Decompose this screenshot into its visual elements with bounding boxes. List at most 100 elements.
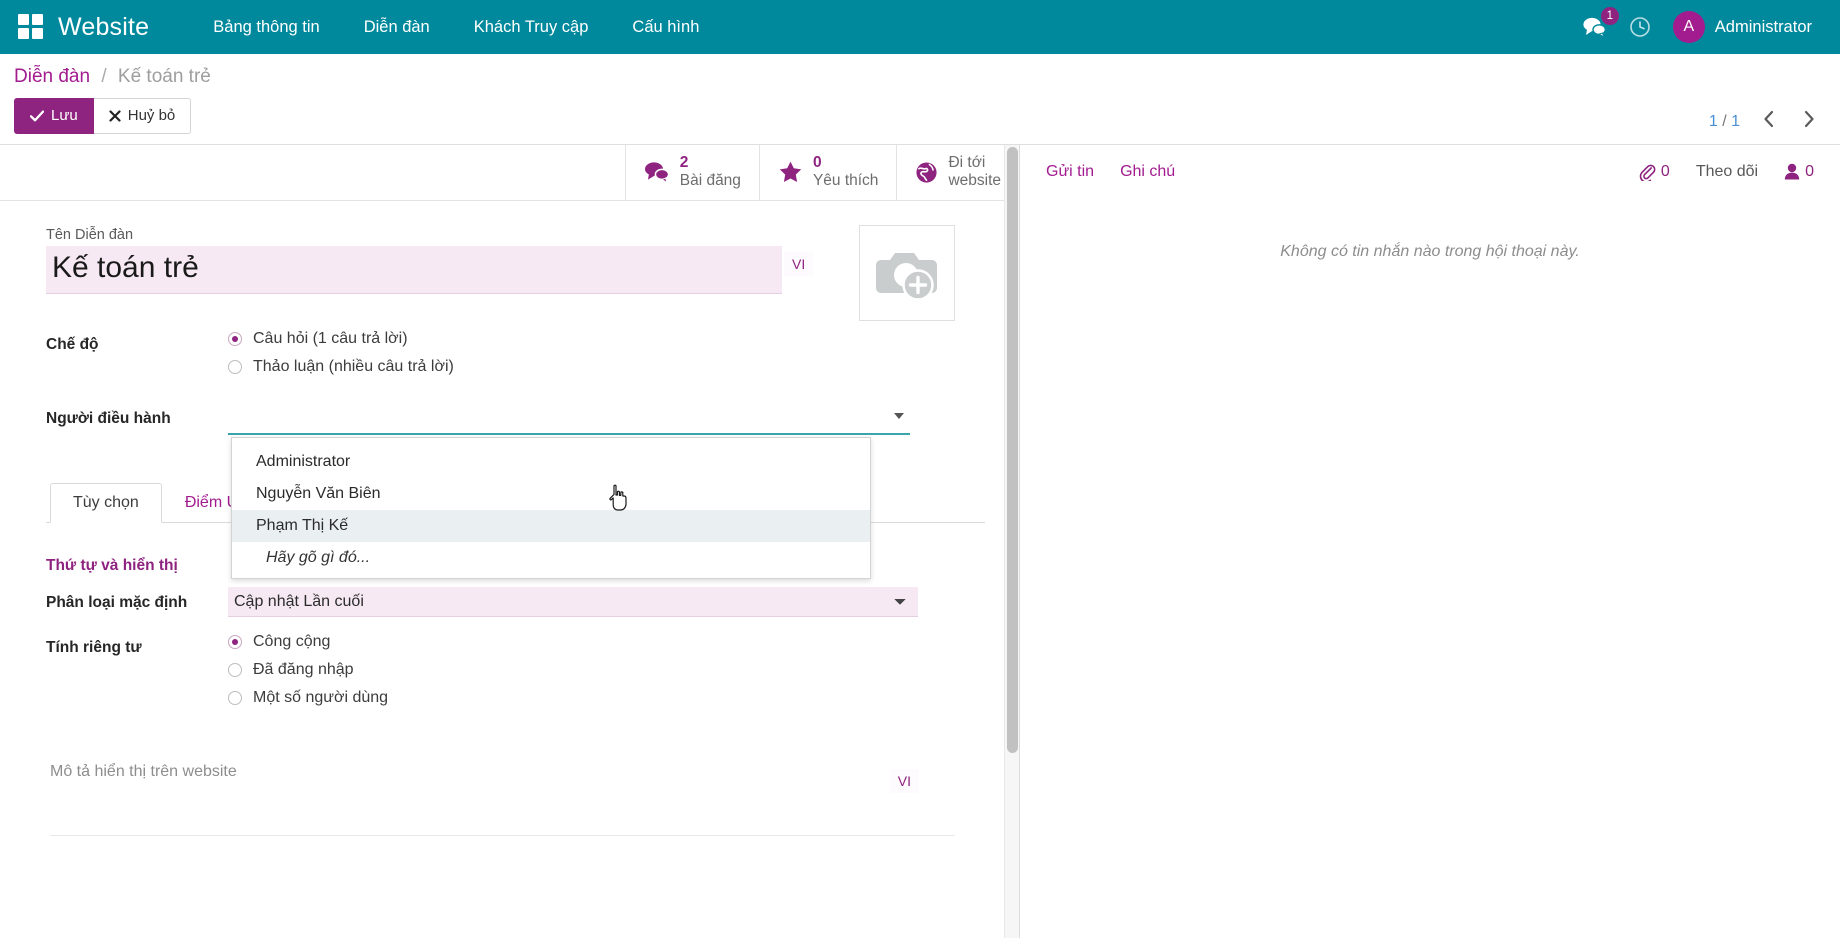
radio-selected-icon (228, 635, 242, 649)
nav-item-dashboard[interactable]: Bảng thông tin (191, 10, 341, 45)
record-action-buttons: Lưu Huỷ bỏ (14, 98, 1824, 134)
activities-menu[interactable] (1629, 16, 1651, 38)
breadcrumb-current: Kế toán trẻ (118, 66, 211, 87)
radio-selected-icon (228, 332, 242, 346)
form-sheet: 2 Bài đăng 0 Yêu thích (0, 145, 1020, 938)
forum-name-row: VI (46, 246, 985, 294)
forum-name-input[interactable] (46, 246, 782, 294)
log-note-button[interactable]: Ghi chú (1120, 163, 1175, 181)
dropdown-option-administrator[interactable]: Administrator (232, 446, 870, 478)
breadcrumb: Diễn đàn / Kế toán trẻ (14, 66, 1824, 88)
followers-count: 0 (1805, 163, 1814, 181)
mode-option-discussion-label: Thảo luận (nhiều câu trả lời) (253, 358, 454, 376)
mode-option-discussion[interactable]: Thảo luận (nhiều câu trả lời) (228, 358, 985, 376)
mode-option-question-label: Câu hỏi (1 câu trả lời) (253, 330, 408, 348)
stat-posts-value: 2 (680, 154, 741, 172)
chatter-panel: Gửi tin Ghi chú 0 Theo dõi 0 (1020, 145, 1840, 938)
moderator-label: Người điều hành (46, 404, 228, 428)
pager-current: 1 (1709, 113, 1718, 130)
navbar-menu: Bảng thông tin Diễn đàn Khách Truy cập C… (191, 10, 721, 45)
pager-previous-button[interactable] (1758, 110, 1780, 134)
privacy-row: Tính riêng tư Công cộng Đã đăng nhập (46, 633, 985, 717)
pager: 1 / 1 (1709, 110, 1820, 134)
save-button-label: Lưu (51, 106, 78, 126)
attachments-button[interactable]: 0 (1638, 163, 1670, 181)
nav-item-configuration[interactable]: Cấu hình (610, 10, 721, 45)
cancel-button-label: Huỷ bỏ (128, 106, 176, 126)
top-navbar: Website Bảng thông tin Diễn đàn Khách Tr… (0, 0, 1840, 54)
radio-unselected-icon (228, 691, 242, 705)
moderator-field-row: Người điều hành Administrator Nguyễn Văn… (46, 404, 985, 435)
messages-badge: 1 (1601, 7, 1619, 25)
caret-down-icon[interactable] (894, 413, 904, 419)
globe-icon (915, 161, 938, 184)
camera-add-icon (870, 243, 944, 303)
privacy-option-some-users[interactable]: Một số người dùng (228, 689, 985, 707)
x-icon (109, 110, 121, 122)
paperclip-icon (1638, 163, 1656, 181)
navbar-systray: 1 A Administrator (1583, 11, 1822, 43)
clock-icon (1629, 16, 1651, 38)
nav-item-visitors[interactable]: Khách Truy cập (452, 10, 611, 45)
comments-icon (644, 161, 670, 183)
stat-button-posts[interactable]: 2 Bài đăng (625, 145, 759, 200)
send-message-button[interactable]: Gửi tin (1046, 163, 1094, 181)
dropdown-option-type-hint[interactable]: Hãy gõ gì đó... (232, 542, 870, 574)
default-sort-row: Phân loại mặc định Cập nhật Lần cuối (46, 587, 985, 617)
description-field: Mô tả hiển thị trên website VI (46, 763, 985, 836)
user-name-label: Administrator (1715, 18, 1812, 37)
form-scrollbar[interactable] (1004, 145, 1019, 938)
privacy-radio-group: Công cộng Đã đăng nhập Một số người dùng (228, 633, 985, 717)
follow-button[interactable]: Theo dõi (1696, 163, 1758, 181)
avatar: A (1673, 11, 1705, 43)
stat-website-label: Đi tới website (948, 154, 1001, 190)
description-divider (50, 835, 955, 836)
user-menu[interactable]: A Administrator (1673, 11, 1812, 43)
privacy-option-logged-in-label: Đã đăng nhập (253, 661, 354, 679)
stat-button-go-to-website[interactable]: Đi tới website (896, 145, 1019, 200)
form-body: Tên Diễn đàn VI Chế độ (0, 201, 1019, 836)
apps-grid-icon[interactable] (18, 14, 44, 40)
mode-field-row: Chế độ Câu hỏi (1 câu trả lời) Thảo luận… (46, 330, 985, 386)
forum-settings-fields: Chế độ Câu hỏi (1 câu trả lời) Thảo luận… (46, 330, 985, 435)
app-brand-website[interactable]: Website (58, 13, 149, 42)
default-sort-select[interactable]: Cập nhật Lần cuối (228, 587, 918, 617)
chatter-empty-message: Không có tin nhắn nào trong hội thoại nà… (1020, 243, 1840, 261)
form-scrollbar-thumb[interactable] (1007, 147, 1018, 753)
followers-button[interactable]: 0 (1784, 163, 1814, 181)
messages-menu[interactable]: 1 (1583, 16, 1607, 38)
main-content: 2 Bài đăng 0 Yêu thích (0, 145, 1840, 938)
nav-item-forum[interactable]: Diễn đàn (342, 10, 452, 45)
chevron-left-icon (1762, 110, 1776, 128)
tab-options[interactable]: Tùy chọn (50, 483, 162, 523)
pager-separator: / (1722, 113, 1726, 130)
moderator-dropdown: Administrator Nguyễn Văn Biên Phạm Thị K… (231, 437, 871, 579)
star-icon (778, 160, 803, 184)
breadcrumb-forum-link[interactable]: Diễn đàn (14, 66, 90, 87)
stat-button-box: 2 Bài đăng 0 Yêu thích (0, 145, 1019, 201)
save-button[interactable]: Lưu (14, 98, 94, 134)
forum-image-upload[interactable] (859, 225, 955, 321)
privacy-option-some-users-label: Một số người dùng (253, 689, 388, 707)
user-icon (1784, 163, 1800, 180)
description-lang-badge[interactable]: VI (890, 769, 919, 793)
forum-name-lang-badge[interactable]: VI (784, 252, 813, 276)
stat-button-favourites[interactable]: 0 Yêu thích (759, 145, 897, 200)
stat-posts-label: Bài đăng (680, 172, 741, 190)
forum-name-label: Tên Diễn đàn (46, 227, 985, 243)
privacy-option-logged-in[interactable]: Đã đăng nhập (228, 661, 985, 679)
privacy-option-public[interactable]: Công cộng (228, 633, 985, 651)
description-placeholder[interactable]: Mô tả hiển thị trên website (50, 763, 237, 781)
cancel-button[interactable]: Huỷ bỏ (94, 98, 192, 134)
default-sort-label: Phân loại mặc định (46, 587, 228, 612)
dropdown-option-pham-thi-ke[interactable]: Phạm Thị Kế (232, 510, 870, 542)
mode-option-question[interactable]: Câu hỏi (1 câu trả lời) (228, 330, 985, 348)
moderator-input[interactable] (228, 408, 910, 435)
pager-next-button[interactable] (1798, 110, 1820, 134)
pager-total: 1 (1731, 113, 1740, 130)
moderator-field: Administrator Nguyễn Văn Biên Phạm Thị K… (228, 404, 985, 435)
attachments-count: 0 (1661, 163, 1670, 181)
dropdown-option-nguyen-van-bien[interactable]: Nguyễn Văn Biên (232, 478, 870, 510)
chevron-right-icon (1802, 110, 1816, 128)
radio-unselected-icon (228, 663, 242, 677)
